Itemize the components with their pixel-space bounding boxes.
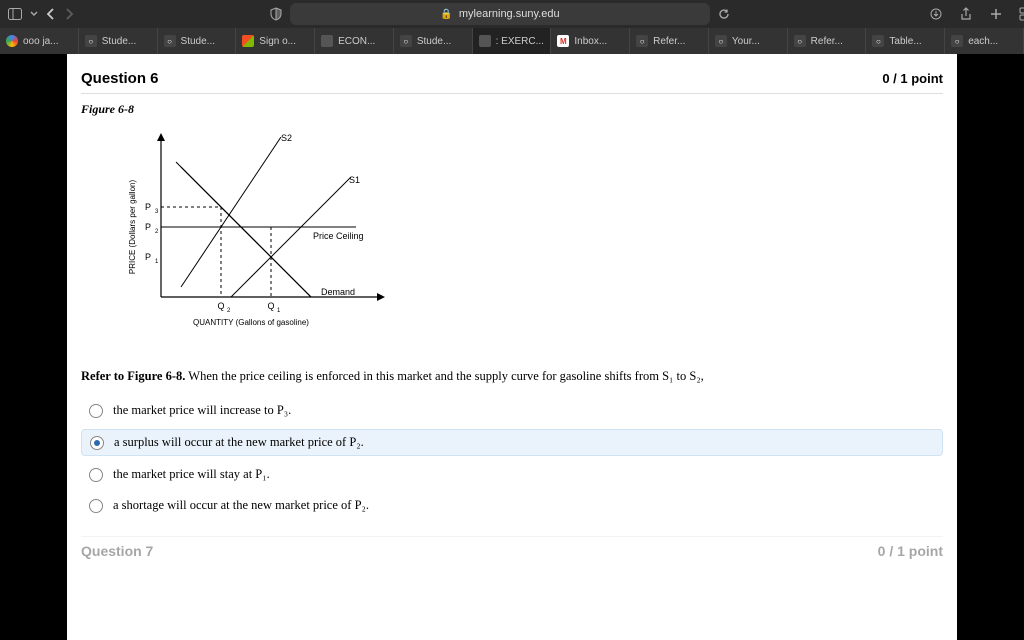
tabs-overview-icon[interactable] — [1016, 4, 1024, 24]
next-question-header: Question 7 0 / 1 point — [81, 536, 943, 559]
browser-chrome: 🔒 mylearning.suny.edu ооо ја... ○ Stude...… — [0, 0, 1024, 54]
svg-text:Q: Q — [267, 301, 274, 311]
tab-label: : EXERC... — [496, 36, 544, 47]
answer-options: the market price will increase to P₃. a s… — [81, 398, 943, 518]
svg-text:P: P — [145, 222, 151, 232]
browser-tab[interactable]: ○ Table... — [866, 28, 945, 54]
x-axis-label: QUANTITY (Gallons of gasoline) — [193, 318, 309, 327]
favicon-icon: ○ — [872, 35, 884, 47]
option-text: a shortage will occur at the new market … — [113, 498, 369, 513]
figure-label: Figure 6-8 — [81, 102, 943, 117]
favicon-icon: ○ — [85, 35, 97, 47]
question-body: Figure 6-8 — [67, 94, 957, 518]
series-label-s1: S1 — [349, 175, 360, 185]
browser-tab[interactable]: ○ Refer... — [630, 28, 709, 54]
y-axis-label: PRICE (Dollars per gallon) — [128, 180, 137, 275]
browser-tab[interactable]: M Inbox... — [551, 28, 630, 54]
browser-tab[interactable]: ECON... — [315, 28, 394, 54]
browser-tab[interactable]: ○ Your... — [709, 28, 788, 54]
browser-tab[interactable]: ○ each... — [945, 28, 1024, 54]
tab-label: each... — [968, 36, 998, 47]
shield-icon[interactable] — [270, 4, 282, 24]
favicon-icon — [242, 35, 254, 47]
svg-text:Q: Q — [217, 301, 224, 311]
tab-label: Stude... — [102, 36, 136, 47]
tab-label: Sign o... — [259, 36, 296, 47]
question-points: 0 / 1 point — [882, 71, 943, 86]
back-button[interactable] — [46, 4, 56, 24]
tab-label: Table... — [889, 36, 921, 47]
radio-icon — [90, 436, 104, 450]
figure-chart: P3 P2 P1 Q2 Q1 S2 S1 Demand Price Ceilin… — [121, 127, 943, 337]
question-header: Question 6 0 / 1 point — [81, 62, 943, 94]
svg-text:3: 3 — [155, 209, 159, 215]
favicon-icon: ○ — [794, 35, 806, 47]
tab-label: ооо ја... — [23, 36, 59, 47]
favicon-icon — [6, 35, 18, 47]
tab-label: Refer... — [811, 36, 843, 47]
svg-text:2: 2 — [227, 308, 231, 314]
browser-toolbar: 🔒 mylearning.suny.edu — [0, 0, 1024, 28]
answer-option[interactable]: the market price will stay at P₁. — [81, 462, 943, 487]
lock-icon: 🔒 — [440, 9, 452, 20]
sidebar-toggle-icon[interactable] — [8, 4, 22, 24]
tab-label: Inbox... — [574, 36, 607, 47]
favicon-icon: ○ — [951, 35, 963, 47]
price-ceiling-label: Price Ceiling — [313, 231, 364, 241]
svg-text:P: P — [145, 202, 151, 212]
answer-option[interactable]: the market price will increase to P₃. — [81, 398, 943, 423]
question-title: Question 6 — [81, 70, 159, 87]
svg-text:P: P — [145, 252, 151, 262]
svg-text:2: 2 — [155, 229, 159, 235]
svg-text:1: 1 — [277, 308, 281, 314]
series-label-demand: Demand — [321, 287, 355, 297]
favicon-icon: ○ — [636, 35, 648, 47]
question-prompt: Refer to Figure 6-8. When the price ceil… — [81, 369, 943, 384]
new-tab-icon[interactable] — [986, 4, 1006, 24]
address-bar[interactable]: 🔒 mylearning.suny.edu — [290, 3, 710, 25]
content-area: Question 6 0 / 1 point Figure 6-8 — [0, 54, 1024, 640]
radio-icon — [89, 404, 103, 418]
share-icon[interactable] — [956, 4, 976, 24]
tab-label: ECON... — [338, 36, 375, 47]
browser-tab[interactable]: ○ Refer... — [788, 28, 867, 54]
quiz-page: Question 6 0 / 1 point Figure 6-8 — [67, 54, 957, 640]
option-text: the market price will increase to P₃. — [113, 403, 291, 418]
option-text: a surplus will occur at the new market p… — [114, 435, 364, 450]
answer-option[interactable]: a surplus will occur at the new market p… — [81, 429, 943, 456]
tab-label: Stude... — [181, 36, 215, 47]
tab-label: Your... — [732, 36, 760, 47]
favicon-icon — [479, 35, 491, 47]
address-text: mylearning.suny.edu — [459, 8, 560, 20]
radio-icon — [89, 468, 103, 482]
svg-text:1: 1 — [155, 259, 159, 265]
chevron-down-icon[interactable] — [30, 4, 38, 24]
favicon-icon: ○ — [164, 35, 176, 47]
browser-tab[interactable]: ○ Stude... — [158, 28, 237, 54]
download-icon[interactable] — [926, 4, 946, 24]
browser-tab[interactable]: ○ Stude... — [394, 28, 473, 54]
forward-button[interactable] — [64, 4, 74, 24]
reload-button[interactable] — [718, 4, 730, 24]
tab-strip: ооо ја... ○ Stude... ○ Stude... Sign o... ECON… — [0, 28, 1024, 54]
browser-tab[interactable]: ○ Stude... — [79, 28, 158, 54]
series-label-s2: S2 — [281, 133, 292, 143]
favicon-icon: M — [557, 35, 569, 47]
tab-label: Stude... — [417, 36, 451, 47]
option-text: the market price will stay at P₁. — [113, 467, 270, 482]
browser-tab[interactable]: ооо ја... — [0, 28, 79, 54]
browser-tab[interactable]: : EXERC... — [473, 28, 552, 54]
favicon-icon: ○ — [400, 35, 412, 47]
browser-tab[interactable]: Sign o... — [236, 28, 315, 54]
favicon-icon: ○ — [715, 35, 727, 47]
radio-icon — [89, 499, 103, 513]
tab-label: Refer... — [653, 36, 685, 47]
answer-option[interactable]: a shortage will occur at the new market … — [81, 493, 943, 518]
favicon-icon — [321, 35, 333, 47]
